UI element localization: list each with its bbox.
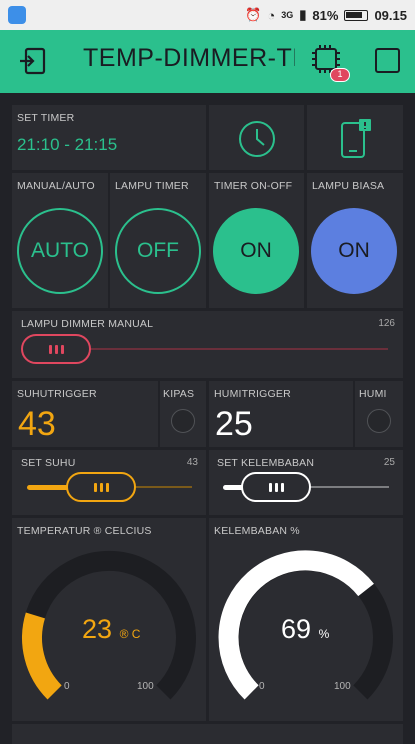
humi-trigger-value: 25 <box>215 405 253 443</box>
gauge-humi-unit: % <box>318 627 330 641</box>
set-kelembaban-value: 25 <box>383 457 395 468</box>
gauge-temp-panel: TEMPERATUR ® CELCIUS 23 ® C 0 100 <box>12 518 206 721</box>
suhu-trigger-panel: SUHUTRIGGER 43 <box>12 381 158 447</box>
cloud-app-icon <box>8 6 26 24</box>
page-title: TEMP-DIMMER-TIMER <box>83 44 295 72</box>
timer-on-off-button[interactable]: ON <box>213 208 299 294</box>
status-bar: ⏰ ◔ 3G ▮ 81% 09.15 <box>0 0 415 30</box>
notify-panel[interactable] <box>307 105 403 170</box>
lampu-biasa-panel: LAMPU BIASA ON <box>307 173 403 308</box>
lampu-biasa-button[interactable]: ON <box>311 208 397 294</box>
set-kelembaban-track[interactable] <box>309 486 389 488</box>
kipas-panel: KIPAS <box>160 381 206 447</box>
set-timer-panel[interactable]: SET TIMER 21:10 - 21:15 <box>12 105 206 170</box>
clock-time: 09.15 <box>374 7 407 23</box>
lampu-timer-panel: LAMPU TIMER OFF <box>110 173 206 308</box>
gauge-temp-max: 100 <box>137 681 154 692</box>
set-suhu-slider-handle[interactable] <box>66 472 136 502</box>
set-kelembaban-slider-handle[interactable] <box>241 472 311 502</box>
gauge-temp-value: 23 <box>82 614 113 644</box>
set-kelembaban-label: SET KELEMBABAN <box>217 457 315 469</box>
timer-on-off-label: TIMER ON-OFF <box>214 180 293 192</box>
set-timer-value[interactable]: 21:10 - 21:15 <box>17 135 117 155</box>
dimmer-value: 126 <box>378 318 395 329</box>
dimmer-panel: LAMPU DIMMER MANUAL 126 <box>12 311 403 378</box>
dimmer-slider-handle[interactable] <box>21 334 91 364</box>
menu-square-icon[interactable] <box>375 48 400 73</box>
lampu-timer-label: LAMPU TIMER <box>115 180 189 192</box>
gauge-humi-max: 100 <box>334 681 351 692</box>
manual-auto-panel: MANUAL/AUTO AUTO <box>12 173 108 308</box>
phone-notification-icon[interactable] <box>339 117 375 159</box>
set-suhu-panel: SET SUHU 43 <box>12 450 206 515</box>
set-kelembaban-panel: SET KELEMBABAN 25 <box>209 450 403 515</box>
timer-on-off-panel: TIMER ON-OFF ON <box>209 173 304 308</box>
gauge-temp-readout: 23 ® C <box>82 614 140 645</box>
network-type: 3G <box>281 10 294 20</box>
humi-label: HUMI <box>359 388 387 400</box>
gauge-temp-unit: ® C <box>119 627 141 641</box>
suhu-trigger-value: 43 <box>18 405 56 443</box>
gauge-humi-readout: 69 % <box>281 614 329 645</box>
lampu-timer-button[interactable]: OFF <box>115 208 201 294</box>
set-suhu-track-filled[interactable] <box>27 485 69 490</box>
humi-led <box>367 409 391 433</box>
gauge-humi-panel: KELEMBABAN % 69 % 0 100 <box>209 518 403 721</box>
exit-icon[interactable] <box>18 47 46 75</box>
humi-panel: HUMI <box>355 381 403 447</box>
humi-trigger-panel: HUMITRIGGER 25 <box>209 381 353 447</box>
alarm-icon: ⏰ <box>245 7 262 22</box>
notification-badge: 1 <box>330 68 350 82</box>
humi-trigger-label: HUMITRIGGER <box>214 388 291 400</box>
gauge-temp-fill <box>22 612 62 700</box>
clock-icon[interactable] <box>238 120 276 158</box>
set-suhu-value: 43 <box>186 457 198 468</box>
gauge-humi-min: 0 <box>259 681 265 692</box>
app-header: TEMP-DIMMER-TIMER 1 <box>0 30 415 93</box>
kipas-label: KIPAS <box>163 388 195 400</box>
clock-panel[interactable] <box>209 105 304 170</box>
signal-icon: ▮ <box>299 7 307 22</box>
kipas-led <box>171 409 195 433</box>
gauge-temp-min: 0 <box>64 681 70 692</box>
wifi-icon: ◔ <box>267 7 276 23</box>
suhu-trigger-label: SUHUTRIGGER <box>17 388 97 400</box>
lampu-biasa-label: LAMPU BIASA <box>312 180 385 192</box>
manual-auto-button[interactable]: AUTO <box>17 208 103 294</box>
manual-auto-label: MANUAL/AUTO <box>17 180 95 192</box>
dimmer-label: LAMPU DIMMER MANUAL <box>21 318 154 330</box>
battery-icon <box>344 9 369 21</box>
set-suhu-track[interactable] <box>136 486 192 488</box>
set-timer-label: SET TIMER <box>17 112 75 124</box>
set-suhu-label: SET SUHU <box>21 457 76 469</box>
gauge-humi-value: 69 <box>281 614 312 644</box>
bottom-panel <box>12 724 403 744</box>
battery-percent: 81% <box>312 7 339 23</box>
